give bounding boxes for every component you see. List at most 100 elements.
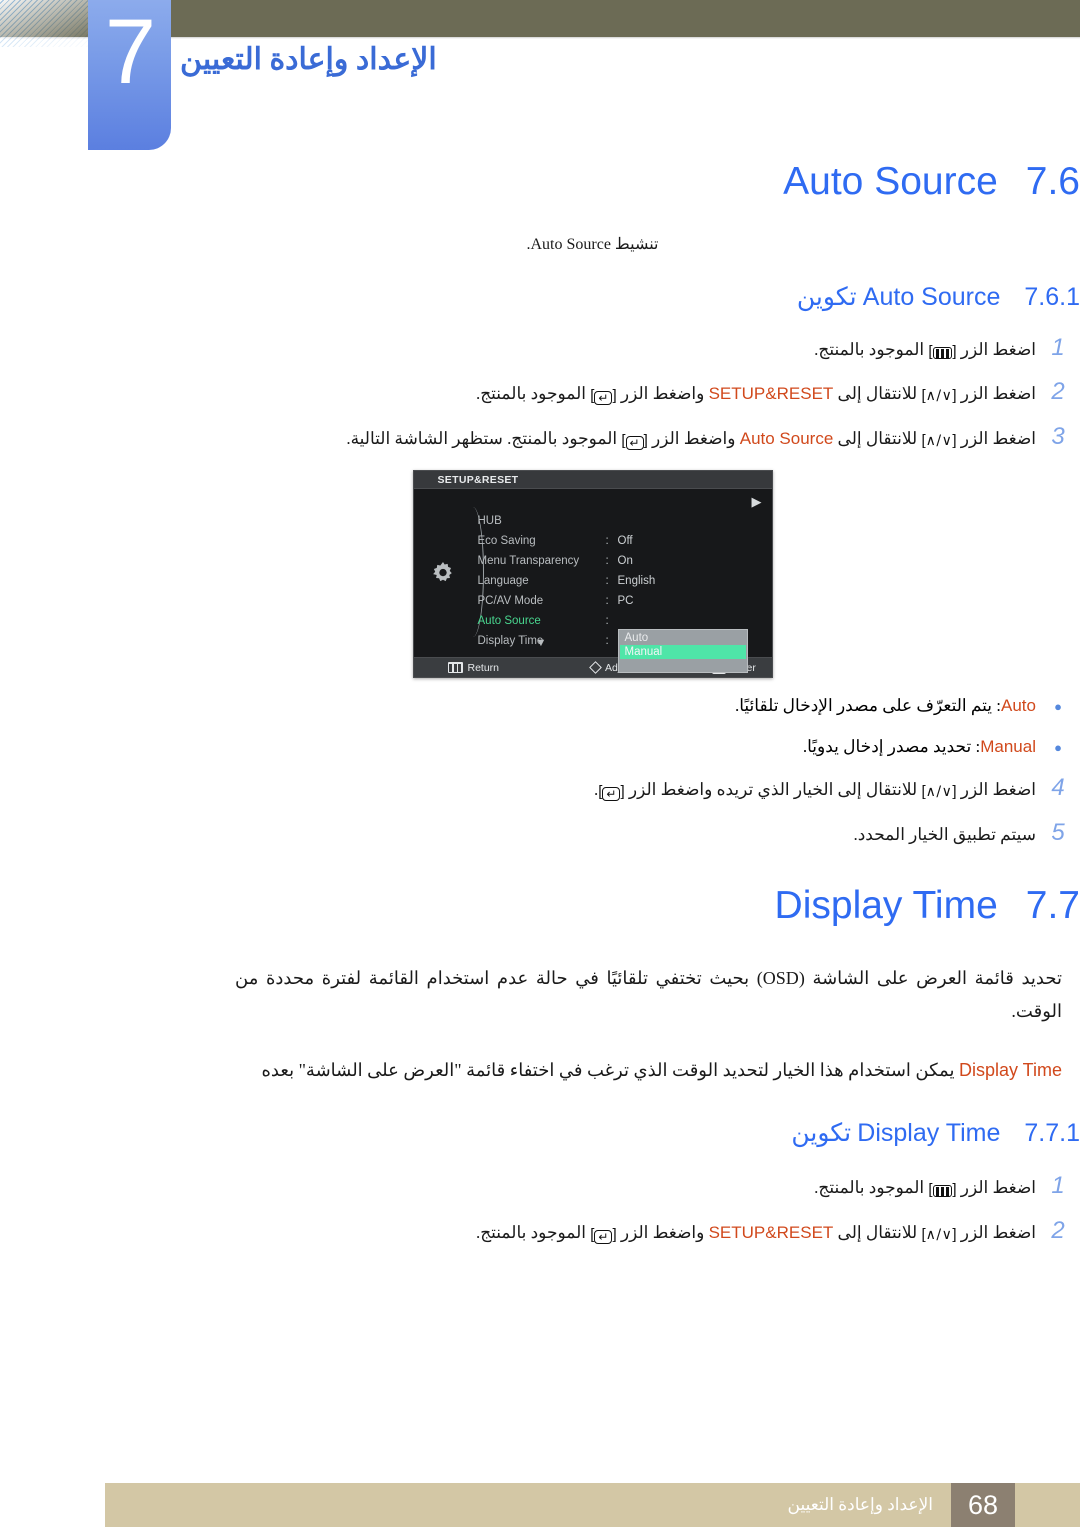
steps-auto-source-tail: 4 اضغط الزر [∧/∨] للانتقال إلى الخيار الذ… xyxy=(105,774,1080,850)
step-number: 4 xyxy=(1051,774,1065,802)
display-time-paragraph-1: تحديد قائمة العرض على الشاشة (OSD) بحيث … xyxy=(235,967,1062,1022)
bullet-term: Manual xyxy=(980,737,1036,757)
osd-body: ▶ HUB Eco Saving: Off Menu Transparency: On L… xyxy=(413,489,772,674)
page-content: 7.6 Auto Source تنشيط Auto Source. 7.6.1… xyxy=(105,160,1080,1262)
bullet-row: ● Manual: تحديد مصدر إدخال يدويًا. xyxy=(105,733,1080,762)
chapter-number-block: 7 xyxy=(88,0,171,150)
osd-menu-item-label: PC/AV Mode xyxy=(477,595,544,608)
osd-dropdown-option[interactable]: Auto xyxy=(620,631,746,645)
bullet-list-auto-source: ● Auto: يتم التعرّف على مصدر الإدخال تلقا… xyxy=(105,692,1080,762)
page-number-box: 68 xyxy=(951,1483,1015,1527)
page-number: 68 xyxy=(967,1489,999,1520)
step-text: اضغط الزر [] الموجود بالمنتج. xyxy=(235,336,1036,365)
osd-footer-return[interactable]: Return xyxy=(447,661,500,674)
osd-dropdown-option[interactable]: Manual xyxy=(619,645,746,660)
section-heading-auto-source: 7.6 Auto Source xyxy=(105,160,1080,204)
page-footer: 68 الإعداد وإعادة التعيين xyxy=(105,1483,1080,1527)
up-down-button-icon: [∧/∨] xyxy=(921,1225,957,1243)
step-number: 5 xyxy=(1051,818,1065,846)
section-note-text: تنشيط Auto Source. xyxy=(526,236,659,253)
subsection-title: Auto Source تكوين xyxy=(797,282,1001,312)
osd-footer-return-label: Return xyxy=(467,661,500,674)
osd-right-arrow-icon: ▶ xyxy=(751,494,762,510)
osd-menu-item-colon: : xyxy=(605,595,609,608)
osd-down-chevron-icon: ▼ xyxy=(535,637,547,650)
step-row: 4 اضغط الزر [∧/∨] للانتقال إلى الخيار الذ… xyxy=(105,774,1080,805)
osd-menu-item-value: On xyxy=(617,555,633,568)
osd-menu-item[interactable]: Auto Source: xyxy=(478,611,764,631)
steps-display-time: 1 اضغط الزر [] الموجود بالمنتج. 2 اضغط الزر… xyxy=(105,1172,1080,1248)
section-number: 7.6 xyxy=(1025,160,1080,203)
osd-menu-item[interactable]: PC/AV Mode: PC xyxy=(478,591,764,611)
subsection-title-en: Display Time xyxy=(857,1118,1001,1147)
enter-button-icon: [↵] xyxy=(598,783,625,802)
enter-button-icon: [↵] xyxy=(590,387,617,406)
osd-menu-item-colon: : xyxy=(605,535,609,548)
display-time-paragraph-2-text: يمكن استخدام هذا الخيار لتحديد الوقت الذ… xyxy=(261,1060,955,1081)
osd-menu: SETUP&RESET ▶ HUB Eco Saving: Off Menu Tran… xyxy=(412,470,773,679)
step-row: 2 اضغط الزر [∧/∨] للانتقال إلى SETUP&RESE… xyxy=(105,1217,1080,1248)
section-note-auto-source: تنشيط Auto Source. xyxy=(105,230,1080,260)
subsection-title-ar: تكوين xyxy=(796,283,857,311)
step-row: 1 اضغط الزر [] الموجود بالمنتج. xyxy=(105,1172,1080,1203)
chapter-title: الإعداد وإعادة التعيين xyxy=(180,42,1080,77)
osd-screenshot-wrapper: SETUP&RESET ▶ HUB Eco Saving: Off Menu Tran… xyxy=(105,470,1080,679)
osd-dropdown-filler xyxy=(620,659,746,671)
step-row: 1 اضغط الزر [] الموجود بالمنتج. xyxy=(105,334,1080,365)
osd-menu-item[interactable]: Eco Saving: Off xyxy=(478,531,764,551)
step-number: 3 xyxy=(1051,423,1065,451)
osd-menu-item-label: Auto Source xyxy=(477,615,541,628)
osd-menu-item-value: Off xyxy=(617,535,633,548)
step-text: سيتم تطبيق الخيار المحدد. xyxy=(853,824,1036,844)
highlighted-term: Auto Source xyxy=(739,429,834,449)
osd-menu-item-label: Eco Saving xyxy=(477,535,536,548)
osd-menu-item-label: Language xyxy=(477,575,529,588)
diamond-icon xyxy=(589,661,602,675)
steps-auto-source: 1 اضغط الزر [] الموجود بالمنتج. 2 اضغط الزر… xyxy=(105,334,1080,455)
subsection-number: 7.6.1 xyxy=(1024,282,1080,311)
menu-button-icon: [] xyxy=(928,342,957,360)
subsection-title-ar: تكوين xyxy=(791,1119,852,1147)
step-text: اضغط الزر [∧/∨] للانتقال إلى SETUP&RESET… xyxy=(235,380,1036,409)
footer-chapter-label: الإعداد وإعادة التعيين xyxy=(787,1495,933,1514)
bullet-text: Manual: تحديد مصدر إدخال يدويًا. xyxy=(802,737,1036,757)
subsection-heading-display-time: 7.7.1 Display Time تكوين xyxy=(105,1118,1080,1148)
step-text: اضغط الزر [∧/∨] للانتقال إلى Auto Source… xyxy=(235,425,1036,454)
osd-menu-item-label: Menu Transparency xyxy=(477,555,580,568)
up-down-button-icon: [∧/∨] xyxy=(921,432,957,450)
step-row: 5 سيتم تطبيق الخيار المحدد. xyxy=(105,819,1080,850)
section-title: Auto Source xyxy=(783,160,998,203)
bullet-dot-icon: ● xyxy=(1054,740,1062,756)
step-row: 2 اضغط الزر [∧/∨] للانتقال إلى SETUP&RESE… xyxy=(105,378,1080,409)
osd-menu-item-colon: : xyxy=(605,575,609,588)
display-time-term: Display Time xyxy=(958,1060,1062,1081)
section-heading-display-time: 7.7 Display Time xyxy=(105,884,1080,928)
gear-icon xyxy=(432,562,452,582)
step-number: 1 xyxy=(1051,333,1065,361)
step-row: 3 اضغط الزر [∧/∨] للانتقال إلى Auto Sourc… xyxy=(105,423,1080,454)
osd-menu-item-colon: : xyxy=(605,555,609,568)
chapter-title-text: الإعداد وإعادة التعيين xyxy=(180,43,437,76)
highlighted-term: SETUP&RESET xyxy=(708,1222,834,1242)
osd-menu-item-label: HUB xyxy=(477,515,502,528)
osd-menu-item[interactable]: HUB xyxy=(478,511,764,531)
osd-menu-item[interactable]: Menu Transparency: On xyxy=(478,551,764,571)
section-title: Display Time xyxy=(774,883,998,927)
display-time-paragraph-2: Display Time يمكن استخدام هذا الخيار لتح… xyxy=(105,1054,1080,1087)
menu-button-icon: [] xyxy=(928,1180,957,1198)
up-down-button-icon: [∧/∨] xyxy=(921,783,957,801)
osd-menu-item-value: PC xyxy=(617,595,634,608)
osd-menu-item-value: English xyxy=(617,575,656,588)
menu-bars-icon xyxy=(447,662,463,674)
step-text: اضغط الزر [∧/∨] للانتقال إلى الخيار الذي… xyxy=(235,776,1036,805)
step-text: اضغط الزر [∧/∨] للانتقال إلى SETUP&RESET… xyxy=(235,1219,1036,1248)
step-text: اضغط الزر [] الموجود بالمنتج. xyxy=(235,1174,1036,1203)
osd-menu-item-colon: : xyxy=(605,635,609,648)
osd-menu-item[interactable]: Language: English xyxy=(478,571,764,591)
subsection-heading-auto-source: 7.6.1 Auto Source تكوين xyxy=(105,282,1080,312)
osd-dropdown-auto-source[interactable]: Auto Manual xyxy=(617,629,748,674)
step-number: 2 xyxy=(1051,378,1065,406)
bullet-dot-icon: ● xyxy=(1054,699,1062,715)
enter-button-icon: [↵] xyxy=(621,432,648,451)
step-number: 2 xyxy=(1051,1216,1065,1244)
